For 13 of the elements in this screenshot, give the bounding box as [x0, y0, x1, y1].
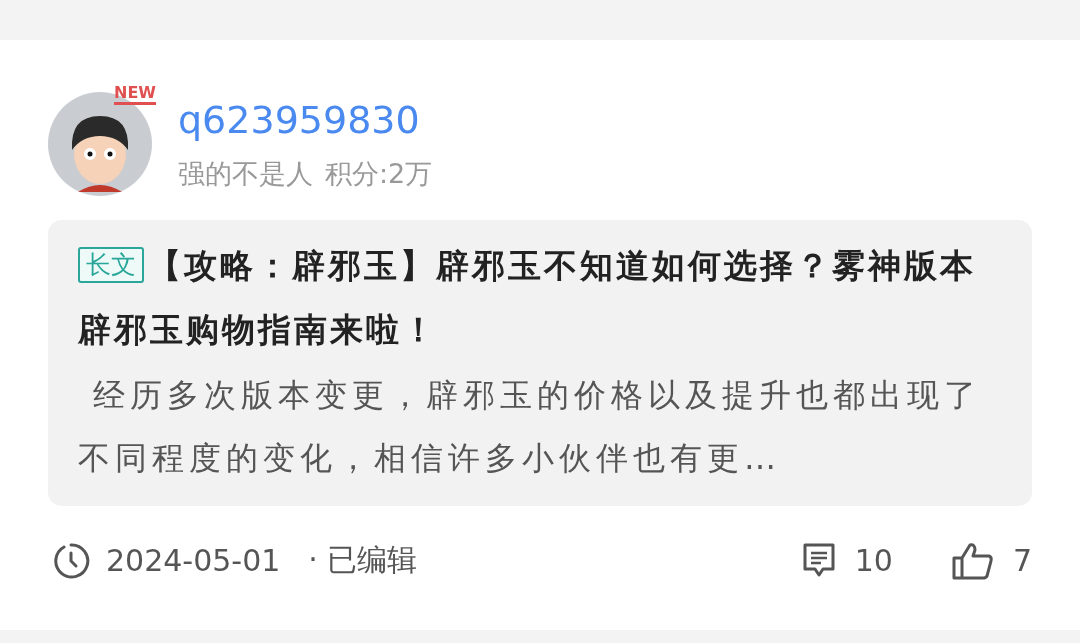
user-title: 强的不是人	[178, 157, 313, 191]
edited-label: · 已编辑	[308, 541, 418, 579]
post-date: 2024-05-01	[106, 543, 281, 578]
post-excerpt: 经历多次版本变更，辟邪玉的价格以及提升也都出现了不同程度的变化，相信许多小伙伴也有更…	[78, 375, 983, 479]
user-points: 积分:2万	[325, 157, 433, 191]
long-post-tag: 长文	[78, 247, 144, 283]
new-badge: NEW	[114, 84, 156, 105]
like-count: 7	[1012, 543, 1032, 578]
post-preview-card[interactable]: 长文 【攻略：辟邪玉】辟邪玉不知道如何选择？雾神版本辟邪玉购物指南来啦！ 经历多次版本变更，辟邪玉的价格以及提升也都出现了不同程度的变化，相信许多小伙伴也有更…	[48, 220, 1032, 506]
clock-icon	[52, 541, 90, 580]
comment-count: 10	[854, 543, 893, 578]
post-title: 长文 【攻略：辟邪玉】辟邪玉不知道如何选择？雾神版本辟邪玉购物指南来啦！	[78, 245, 977, 351]
thumbs-up-icon[interactable]	[950, 540, 995, 581]
